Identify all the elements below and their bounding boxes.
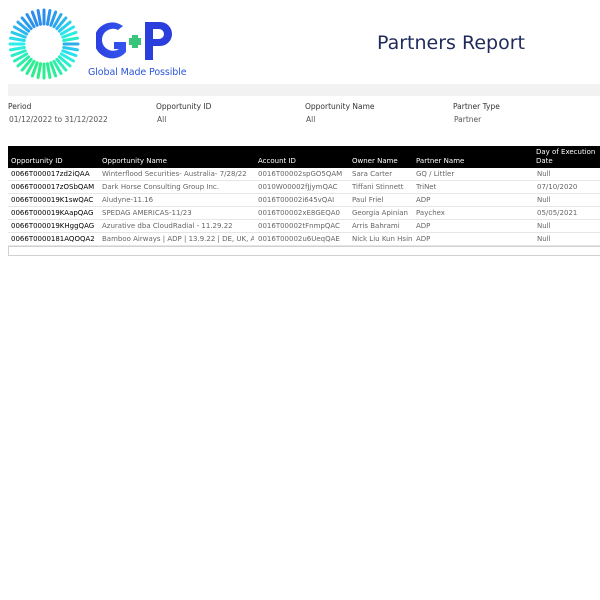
- table-cell: TriNet: [416, 183, 437, 191]
- table-cell: 0016T00002xE8GEQA0: [258, 209, 340, 217]
- filter-value[interactable]: Partner: [453, 115, 500, 124]
- partners-table: Opportunity ID Opportunity Name Account …: [8, 146, 600, 256]
- sunburst-ray: [9, 36, 26, 43]
- report-header: Global Made Possible Partners Report: [0, 0, 600, 86]
- table-cell: 0066T000017zd2iQAA: [11, 170, 90, 178]
- filter-opportunity-id[interactable]: Opportunity ID All: [156, 102, 211, 124]
- table-cell: 0066T000019KAapQAG: [11, 209, 94, 217]
- table-cell: Winterflood Securities- Australia- 7/28/…: [102, 170, 247, 178]
- sunburst-ray: [9, 45, 26, 52]
- table-cell: 0010W00002fJjymQAC: [258, 183, 338, 191]
- sunburst-ray: [36, 9, 43, 26]
- filter-label: Partner Type: [453, 102, 500, 111]
- gp-logo-icon: [96, 22, 172, 60]
- sunburst-ray: [62, 45, 79, 52]
- column-header[interactable]: Account ID: [258, 157, 296, 166]
- table-cell: Tiffani Stinnett: [352, 183, 404, 191]
- table-cell: Paychex: [416, 209, 445, 217]
- column-header[interactable]: Partner Name: [416, 157, 464, 166]
- table-cell: ADP: [416, 222, 431, 230]
- table-cell: Paul Friel: [352, 196, 384, 204]
- table-cell: Null: [537, 222, 551, 230]
- table-cell: 05/05/2021: [537, 209, 578, 217]
- table-cell: SPEDAG AMERICAS-11/23: [102, 209, 192, 217]
- logo-tagline: Global Made Possible: [88, 67, 187, 78]
- table-cell: Georgia Apinian: [352, 209, 408, 217]
- table-row[interactable]: 0066T000017zOSbQAM Dark Horse Consulting …: [8, 181, 600, 194]
- table-cell: Arris Bahrami: [352, 222, 400, 230]
- table-cell: Sara Carter: [352, 170, 393, 178]
- filter-value[interactable]: 01/12/2022 to 31/12/2022: [8, 115, 108, 124]
- filter-value[interactable]: All: [156, 115, 211, 124]
- sunburst-ray: [62, 36, 79, 43]
- sunburst-ray: [45, 9, 52, 26]
- table-cell: 0066T0000181AQOQA2: [11, 235, 95, 243]
- filter-opportunity-name[interactable]: Opportunity Name All: [305, 102, 375, 124]
- table-cell: 0066T000019KHggQAG: [11, 222, 95, 230]
- filter-value[interactable]: All: [305, 115, 375, 124]
- table-cell: 0066T000019K1swQAC: [11, 196, 94, 204]
- table-cell: Aludyne-11.16: [102, 196, 154, 204]
- table-cell: Null: [537, 170, 551, 178]
- table-cell: GQ / Littler: [416, 170, 455, 178]
- table-end-line: [8, 246, 600, 256]
- table-cell: 0016T00002i645vQAI: [258, 196, 335, 204]
- column-header[interactable]: Owner Name: [352, 157, 398, 166]
- table-row[interactable]: 0066T0000181AQOQA2 Bamboo Airways | ADP |…: [8, 233, 600, 246]
- sunburst-ray: [45, 62, 52, 79]
- table-cell: 0016T00002spGO5QAM: [258, 170, 343, 178]
- table-row[interactable]: 0066T000019KHggQAG Azurative dba CloudRad…: [8, 220, 600, 233]
- filter-period[interactable]: Period 01/12/2022 to 31/12/2022: [8, 102, 108, 124]
- table-cell: 0016T00002u6UeqQAE: [258, 235, 340, 243]
- table-row[interactable]: 0066T000019K1swQAC Aludyne-11.16 0016T0000…: [8, 194, 600, 207]
- page-title: Partners Report: [377, 32, 525, 54]
- filter-bar: Period 01/12/2022 to 31/12/2022 Opportun…: [8, 102, 600, 124]
- filter-label: Opportunity ID: [156, 102, 212, 111]
- header-divider-bar: [8, 84, 600, 96]
- table-body: 0066T000017zd2iQAA Winterflood Securities…: [8, 168, 600, 246]
- table-cell: Bamboo Airways | ADP | 13.9.22 | DE, UK,…: [102, 235, 254, 243]
- column-header[interactable]: Day of Execution Date: [536, 148, 596, 166]
- table-row[interactable]: 0066T000019KAapQAG SPEDAG AMERICAS-11/23 0…: [8, 207, 600, 220]
- table-cell: ADP: [416, 196, 431, 204]
- filter-label: Opportunity Name: [305, 102, 375, 111]
- table-cell: Null: [537, 235, 551, 243]
- filter-label: Period: [8, 102, 32, 111]
- table-cell: 07/10/2020: [537, 183, 578, 191]
- table-cell: Azurative dba CloudRadial - 11.29.22: [102, 222, 233, 230]
- sunburst-logo-icon: [8, 8, 80, 80]
- table-header: Opportunity ID Opportunity Name Account …: [8, 146, 600, 168]
- filter-partner-type[interactable]: Partner Type Partner: [453, 102, 500, 124]
- table-cell: 0066T000017zOSbQAM: [11, 183, 95, 191]
- sunburst-ray: [36, 62, 43, 79]
- table-row[interactable]: 0066T000017zd2iQAA Winterflood Securities…: [8, 168, 600, 181]
- table-cell: Null: [537, 196, 551, 204]
- table-cell: Dark Horse Consulting Group Inc.: [102, 183, 219, 191]
- column-header[interactable]: Opportunity Name: [102, 157, 167, 166]
- table-cell: 0016T00002tFnmpQAC: [258, 222, 340, 230]
- table-cell: ADP: [416, 235, 431, 243]
- column-header[interactable]: Opportunity ID: [11, 157, 63, 166]
- table-cell: Nick Liu Kun Hsin: [352, 235, 413, 243]
